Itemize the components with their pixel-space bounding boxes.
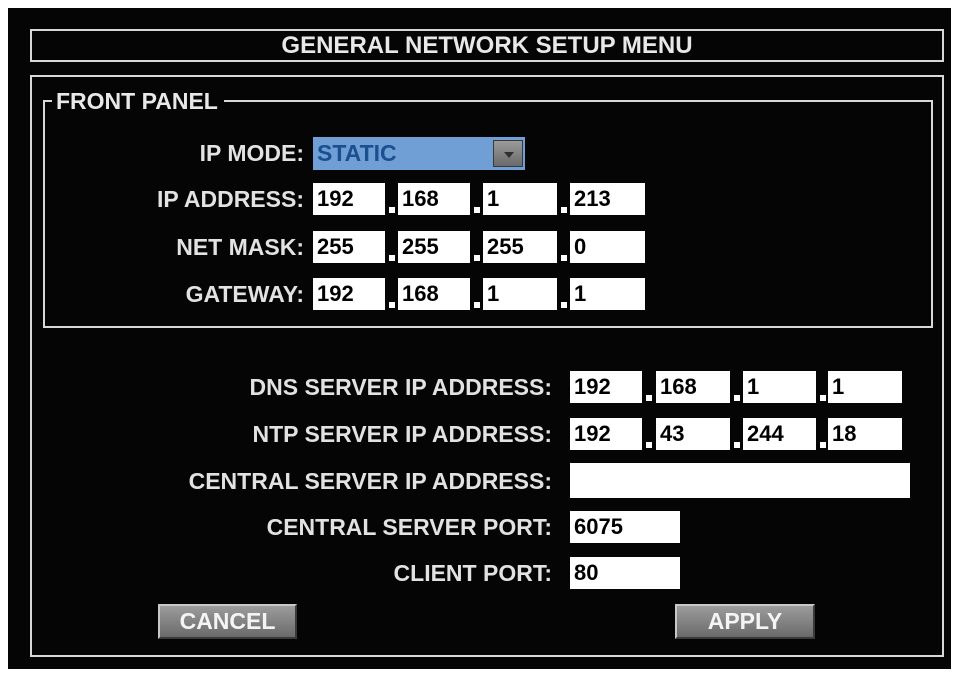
dns-server-octet-2[interactable]: 168 <box>656 371 730 403</box>
ip-mode-value: STATIC <box>317 140 397 166</box>
client-port-label: CLIENT PORT: <box>393 560 552 586</box>
ip-mode-label: IP MODE: <box>199 140 304 166</box>
octet-separator <box>734 395 740 401</box>
ntp-server-label: NTP SERVER IP ADDRESS: <box>252 421 552 447</box>
dns-server-octet-4[interactable]: 1 <box>828 371 902 403</box>
client-port-input[interactable]: 80 <box>570 557 680 589</box>
gateway-octet-1[interactable]: 192 <box>313 278 385 310</box>
chevron-down-icon[interactable] <box>493 140 523 167</box>
gateway-octet-2[interactable]: 168 <box>398 278 470 310</box>
ntp-server-octet-1[interactable]: 192 <box>570 418 642 450</box>
ip-address-octet-4[interactable]: 213 <box>570 183 645 215</box>
octet-separator <box>389 302 395 308</box>
net-mask-octet-1[interactable]: 255 <box>313 231 385 263</box>
octet-separator <box>561 255 567 261</box>
front-panel-legend: FRONT PANEL <box>52 88 224 114</box>
octet-separator <box>646 442 652 448</box>
ip-address-octet-3[interactable]: 1 <box>483 183 557 215</box>
ip-address-octet-1[interactable]: 192 <box>313 183 385 215</box>
ip-mode-select[interactable]: STATIC <box>313 137 525 170</box>
net-mask-octet-3[interactable]: 255 <box>483 231 557 263</box>
octet-separator <box>561 207 567 213</box>
apply-button[interactable]: APPLY <box>675 604 815 639</box>
ntp-server-octet-2[interactable]: 43 <box>656 418 730 450</box>
gateway-octet-3[interactable]: 1 <box>483 278 557 310</box>
menu-title: GENERAL NETWORK SETUP MENU <box>30 29 944 62</box>
octet-separator <box>474 255 480 261</box>
central-server-port-label: CENTRAL SERVER PORT: <box>266 514 552 540</box>
octet-separator <box>561 302 567 308</box>
cancel-button[interactable]: CANCEL <box>158 604 297 639</box>
octet-separator <box>474 302 480 308</box>
central-server-ip-label: CENTRAL SERVER IP ADDRESS: <box>188 468 552 494</box>
dns-server-label: DNS SERVER IP ADDRESS: <box>249 374 552 400</box>
octet-separator <box>646 395 652 401</box>
ntp-server-octet-4[interactable]: 18 <box>828 418 902 450</box>
octet-separator <box>389 255 395 261</box>
net-mask-octet-2[interactable]: 255 <box>398 231 470 263</box>
gateway-octet-4[interactable]: 1 <box>570 278 645 310</box>
ip-address-octet-2[interactable]: 168 <box>398 183 470 215</box>
net-mask-octet-4[interactable]: 0 <box>570 231 645 263</box>
octet-separator <box>389 207 395 213</box>
dns-server-octet-1[interactable]: 192 <box>570 371 642 403</box>
gateway-label: GATEWAY: <box>185 281 304 307</box>
central-server-ip-input[interactable] <box>570 463 910 498</box>
octet-separator <box>474 207 480 213</box>
dns-server-octet-3[interactable]: 1 <box>743 371 816 403</box>
ip-address-label: IP ADDRESS: <box>157 186 304 212</box>
central-server-port-input[interactable]: 6075 <box>570 511 680 543</box>
net-mask-label: NET MASK: <box>176 234 304 260</box>
octet-separator <box>820 395 826 401</box>
octet-separator <box>820 442 826 448</box>
ntp-server-octet-3[interactable]: 244 <box>743 418 816 450</box>
octet-separator <box>734 442 740 448</box>
